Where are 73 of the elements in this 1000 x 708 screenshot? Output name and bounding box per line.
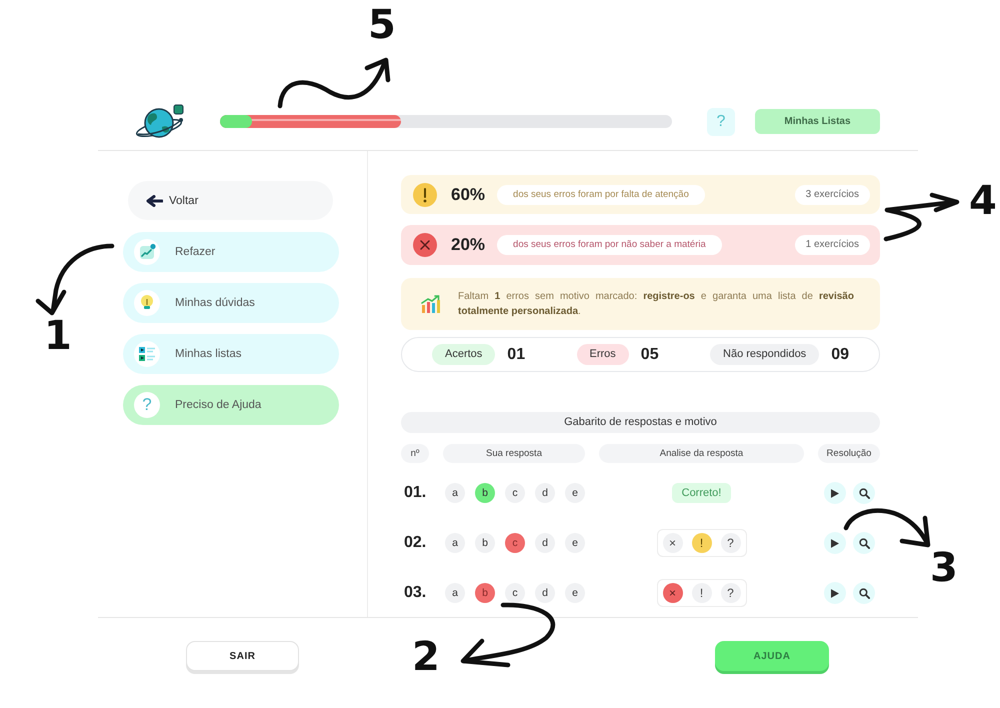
table-title: Gabarito de respostas e motivo [401, 412, 880, 433]
answer-option[interactable]: c [505, 483, 525, 503]
result-count: 01 [507, 346, 526, 364]
answer-option[interactable]: b [475, 533, 495, 553]
search-button[interactable] [853, 532, 875, 554]
search-icon [858, 538, 870, 548]
result-label: Não respondidos [710, 344, 820, 365]
correct-label: Correto! [672, 483, 732, 503]
answer-option[interactable]: a [445, 533, 465, 553]
error-percent: 20% [451, 235, 486, 255]
answer-option[interactable]: c [505, 583, 525, 603]
annotation-number: 3 [930, 548, 958, 588]
error-percent: 60% [451, 184, 486, 204]
question-number: 02. [403, 534, 428, 552]
answer-option[interactable]: d [535, 483, 555, 503]
search-button[interactable] [853, 482, 875, 504]
bar-chart-icon [421, 294, 441, 314]
exercise-count: 1 exercícios [794, 235, 870, 255]
arrow-left-icon [145, 194, 163, 206]
sidebar-item[interactable]: Minhas listas [123, 334, 339, 374]
reason-button[interactable]: ! [692, 583, 712, 603]
annotation-number: 5 [368, 5, 396, 45]
answer-option[interactable]: b [475, 483, 495, 503]
help-glyph: ? [134, 392, 160, 418]
reason-button[interactable]: × [662, 583, 682, 603]
reason-button[interactable]: ? [720, 533, 740, 553]
play-button[interactable] [824, 482, 846, 504]
answer-option[interactable]: d [535, 533, 555, 553]
sidebar-item[interactable]: Minhas dúvidas [123, 283, 339, 323]
column-header: Analise da resposta [599, 444, 804, 463]
play-icon [831, 588, 839, 598]
result-label: Erros [576, 344, 629, 365]
trend-chart-icon [134, 239, 160, 265]
notice-text: Faltam 1 erros sem motivo marcado: registre-os e garanta uma lista de revisão totalmente personalizada. [458, 290, 854, 319]
globe-logo [135, 104, 185, 140]
answer-option[interactable]: e [565, 483, 585, 503]
exercise-count: 3 exercícios [794, 184, 870, 204]
answer-option[interactable]: a [445, 483, 465, 503]
reason-button[interactable]: ! [692, 533, 712, 553]
answer-option[interactable]: e [565, 533, 585, 553]
annotation-number: 2 [412, 637, 440, 677]
back-button[interactable]: Voltar [128, 181, 333, 220]
error-description: dos seus erros foram por falta de atenção [497, 184, 705, 204]
play-button[interactable] [824, 532, 846, 554]
video-list-icon [134, 341, 160, 367]
answer-option[interactable]: e [565, 583, 585, 603]
error-description: dos seus erros foram por não saber a matéria [497, 235, 722, 255]
lists-button[interactable]: Minhas Listas [755, 109, 880, 134]
question-number: 01. [403, 484, 428, 502]
annotation-number: 4 [969, 181, 997, 221]
result-label: Acertos [432, 344, 496, 365]
play-button[interactable] [824, 582, 846, 604]
column-header: nº [401, 444, 429, 463]
reason-button[interactable]: ? [720, 583, 740, 603]
search-button[interactable] [853, 582, 875, 604]
search-icon [858, 588, 870, 598]
column-header: Resolução [818, 444, 880, 463]
answer-option[interactable]: a [445, 583, 465, 603]
annotation-number: 1 [44, 316, 72, 356]
play-icon [831, 538, 839, 548]
answer-option[interactable]: d [535, 583, 555, 603]
search-icon [858, 488, 870, 498]
exit-button[interactable]: SAIR [186, 641, 299, 671]
cross-icon [413, 233, 437, 257]
result-count: 05 [640, 346, 659, 364]
alert-icon [413, 182, 437, 206]
result-count: 09 [831, 346, 849, 364]
column-header: Sua resposta [443, 444, 585, 463]
question-number: 03. [403, 584, 428, 602]
light-bulb-icon [134, 290, 160, 316]
sidebar-item[interactable]: Refazer [123, 232, 339, 272]
sidebar-item[interactable]: ? Preciso de Ajuda [123, 385, 339, 425]
play-icon [831, 488, 839, 498]
